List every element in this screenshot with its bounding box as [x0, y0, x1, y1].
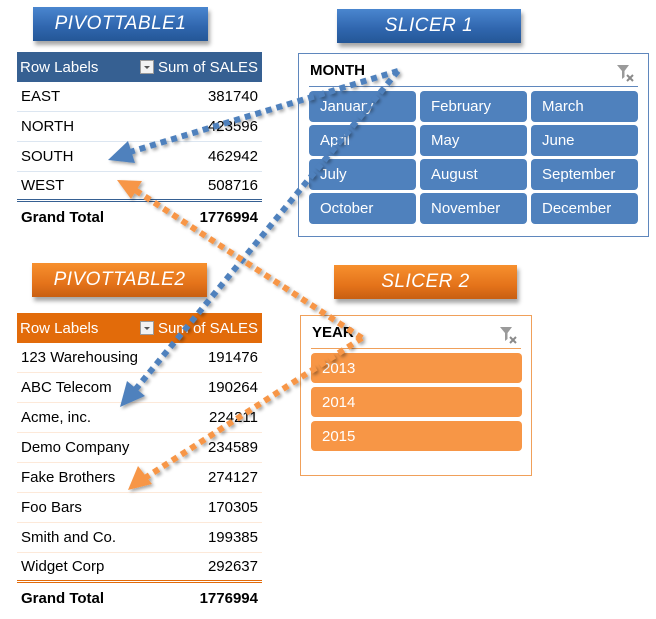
slicer-item-may[interactable]: May [420, 125, 527, 156]
row-label: NORTH [21, 118, 75, 135]
row-label: Smith and Co. [21, 529, 117, 546]
row-value: 199385 [207, 529, 258, 546]
row-value: 191476 [207, 349, 258, 366]
filter-dropdown-icon[interactable] [139, 60, 154, 74]
grand-total-row: Grand Total 1776994 [17, 202, 262, 232]
slicer-divider [309, 86, 638, 87]
slicer-item-november[interactable]: November [420, 193, 527, 224]
grand-total-value: 1776994 [199, 589, 258, 607]
clear-filter-icon[interactable] [615, 62, 635, 82]
pivottable2: Row Labels Sum of SALES 123 Warehousing 1… [17, 313, 262, 613]
slicer-item-february[interactable]: February [420, 91, 527, 122]
row-label: ABC Telecom [21, 379, 112, 396]
slicer2-banner: SLICER 2 [334, 265, 517, 299]
table-row: SOUTH 462942 [17, 142, 262, 172]
pivottable2-header: Row Labels Sum of SALES [17, 313, 262, 343]
row-label: Fake Brothers [21, 469, 116, 486]
row-value: 292637 [207, 558, 258, 575]
pivottable1-banner: PIVOTTABLE1 [33, 7, 208, 41]
row-value: 234589 [207, 439, 258, 456]
grand-total-row: Grand Total 1776994 [17, 583, 262, 613]
slicer-item-september[interactable]: September [531, 159, 638, 190]
slicer-title: YEAR [312, 324, 354, 341]
pivottable1: Row Labels Sum of SALES EAST 381740 NORTH… [17, 52, 262, 232]
row-value: 190264 [207, 379, 258, 396]
slicer-item-april[interactable]: April [309, 125, 416, 156]
sum-of-sales-header: Sum of SALES [157, 319, 258, 337]
year-slicer: YEAR 2013 2014 2015 [300, 315, 532, 476]
row-labels-header: Row Labels [20, 58, 99, 76]
row-value: 224211 [209, 409, 258, 426]
slicer-item-2013[interactable]: 2013 [311, 353, 522, 383]
slicer-item-march[interactable]: March [531, 91, 638, 122]
row-label: SOUTH [21, 148, 74, 165]
table-row: Demo Company 234589 [17, 433, 262, 463]
sum-of-sales-header: Sum of SALES [157, 58, 258, 76]
table-row: 123 Warehousing 191476 [17, 343, 262, 373]
slicer-item-2015[interactable]: 2015 [311, 421, 522, 451]
slicer-item-january[interactable]: January [309, 91, 416, 122]
pivottable2-banner: PIVOTTABLE2 [32, 263, 207, 297]
slicer-item-october[interactable]: October [309, 193, 416, 224]
pivottable1-header: Row Labels Sum of SALES [17, 52, 262, 82]
table-row: ABC Telecom 190264 [17, 373, 262, 403]
row-label: WEST [21, 177, 65, 194]
slicer-item-2014[interactable]: 2014 [311, 387, 522, 417]
slicer-title: MONTH [310, 62, 365, 79]
slicer1-banner: SLICER 1 [337, 9, 521, 43]
slicer-item-june[interactable]: June [531, 125, 638, 156]
grand-total-value: 1776994 [199, 208, 258, 226]
row-label: Widget Corp [21, 558, 105, 575]
table-row: Acme, inc. 224211 [17, 403, 262, 433]
slicer-divider [311, 348, 521, 349]
table-row: Widget Corp 292637 [17, 553, 262, 583]
row-label: Foo Bars [21, 499, 82, 516]
table-row: Smith and Co. 199385 [17, 523, 262, 553]
row-value: 381740 [207, 88, 258, 105]
table-row: WEST 508716 [17, 172, 262, 202]
grand-total-label: Grand Total [21, 208, 105, 226]
table-row: Foo Bars 170305 [17, 493, 262, 523]
row-label: EAST [21, 88, 61, 105]
slicer-item-december[interactable]: December [531, 193, 638, 224]
grand-total-label: Grand Total [21, 589, 105, 607]
row-value: 170305 [207, 499, 258, 516]
table-row: EAST 381740 [17, 82, 262, 112]
slicer-item-july[interactable]: July [309, 159, 416, 190]
row-value: 274127 [207, 469, 258, 486]
row-label: Acme, inc. [21, 409, 92, 426]
row-value: 423596 [207, 118, 258, 135]
row-label: 123 Warehousing [21, 349, 139, 366]
clear-filter-icon[interactable] [498, 324, 518, 344]
slicer-item-august[interactable]: August [420, 159, 527, 190]
table-row: NORTH 423596 [17, 112, 262, 142]
table-row: Fake Brothers 274127 [17, 463, 262, 493]
row-value: 462942 [207, 148, 258, 165]
filter-dropdown-icon[interactable] [139, 321, 154, 335]
row-label: Demo Company [21, 439, 130, 456]
month-slicer: MONTH January February March April May June Ju… [298, 53, 649, 237]
row-labels-header: Row Labels [20, 319, 99, 337]
row-value: 508716 [207, 177, 258, 194]
